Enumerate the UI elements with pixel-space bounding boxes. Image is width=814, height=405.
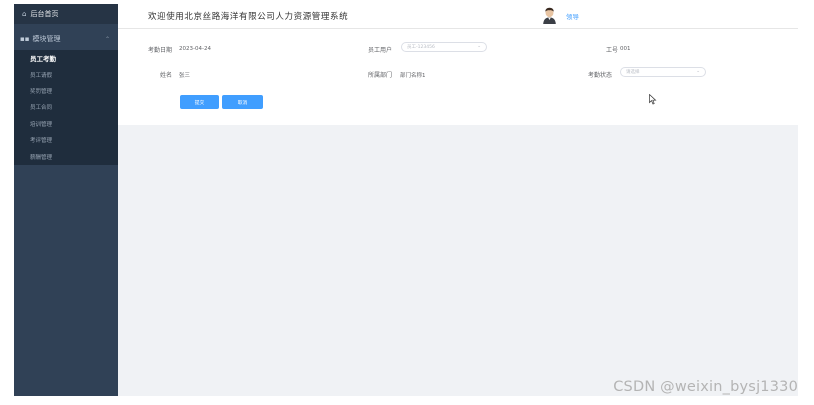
sidebar-item-label: 员工合同: [30, 105, 53, 112]
name-label: 姓名: [160, 72, 173, 79]
sidebar-item-label: 员工考勤: [30, 55, 56, 64]
cancel-button[interactable]: 取消: [222, 95, 263, 109]
sidebar-group-modules[interactable]: ▪▪ 模块管理 ⌃: [14, 28, 118, 50]
user-label: 员工用户: [368, 47, 393, 54]
job-value: 001: [620, 45, 631, 52]
date-value: 2023-04-24: [179, 45, 211, 52]
sidebar-item-label: 考评管理: [30, 138, 53, 145]
sidebar-item-home[interactable]: ⌂ 后台首页: [14, 4, 118, 24]
sidebar-home-label: 后台首页: [30, 10, 59, 18]
job-label: 工号: [606, 47, 619, 54]
sidebar-item-label: 奖罚管理: [30, 88, 53, 95]
sidebar-item-training[interactable]: 培训管理: [14, 116, 118, 132]
welcome-title: 欢迎使用北京丝路海洋有限公司人力资源管理系统: [148, 12, 349, 22]
sidebar-group-label: 模块管理: [32, 35, 61, 43]
watermark-text: CSDN @weixin_bysj1330: [613, 379, 798, 395]
date-label: 考勤日期: [148, 47, 173, 54]
status-label: 考勤状态: [588, 72, 613, 79]
user-select[interactable]: 员工-123456 ⌄: [401, 42, 487, 52]
app-frame: ⌂ 后台首页 ▪▪ 模块管理 ⌃ 员工考勤 员工请假 奖罚管理 员工合同 培训管…: [14, 4, 798, 396]
attendance-form: 考勤日期 2023-04-24 员工用户 员工-123456 ⌄ 工号 001 …: [118, 29, 798, 125]
user-select-value: 员工-123456: [407, 45, 435, 50]
dept-label: 所属部门: [368, 72, 393, 79]
sidebar-item-attendance[interactable]: 员工考勤: [14, 50, 118, 66]
home-icon: ⌂: [22, 10, 27, 18]
sidebar-item-evaluation[interactable]: 考评管理: [14, 132, 118, 148]
sidebar-item-salary[interactable]: 薪酬管理: [14, 148, 118, 164]
chevron-down-icon: ⌄: [696, 69, 700, 74]
sidebar-submenu: 员工考勤 员工请假 奖罚管理 员工合同 培训管理 考评管理 薪酬管理: [14, 50, 118, 165]
username-label[interactable]: 领导: [566, 11, 579, 21]
chevron-down-icon: ⌄: [477, 44, 481, 49]
avatar-icon[interactable]: [542, 7, 557, 24]
sidebar-item-leave[interactable]: 员工请假: [14, 66, 118, 82]
dept-value: 部门名称1: [400, 72, 426, 79]
submit-button[interactable]: 提交: [180, 95, 219, 109]
status-select[interactable]: 请选择 ⌄: [620, 67, 706, 77]
chevron-up-icon: ⌃: [104, 35, 110, 43]
name-value: 张三: [179, 72, 191, 79]
sidebar-item-label: 培训管理: [30, 121, 53, 128]
mouse-cursor-icon: [649, 94, 657, 105]
sidebar-item-label: 员工请假: [30, 72, 53, 79]
sidebar-item-rewards[interactable]: 奖罚管理: [14, 83, 118, 99]
sidebar-item-label: 薪酬管理: [30, 154, 53, 161]
grid-icon: ▪▪: [20, 35, 30, 43]
sidebar-item-contracts[interactable]: 员工合同: [14, 99, 118, 115]
status-select-placeholder: 请选择: [626, 70, 640, 75]
sidebar: ⌂ 后台首页 ▪▪ 模块管理 ⌃ 员工考勤 员工请假 奖罚管理 员工合同 培训管…: [14, 4, 118, 396]
top-header: 欢迎使用北京丝路海洋有限公司人力资源管理系统 领导: [118, 4, 798, 29]
